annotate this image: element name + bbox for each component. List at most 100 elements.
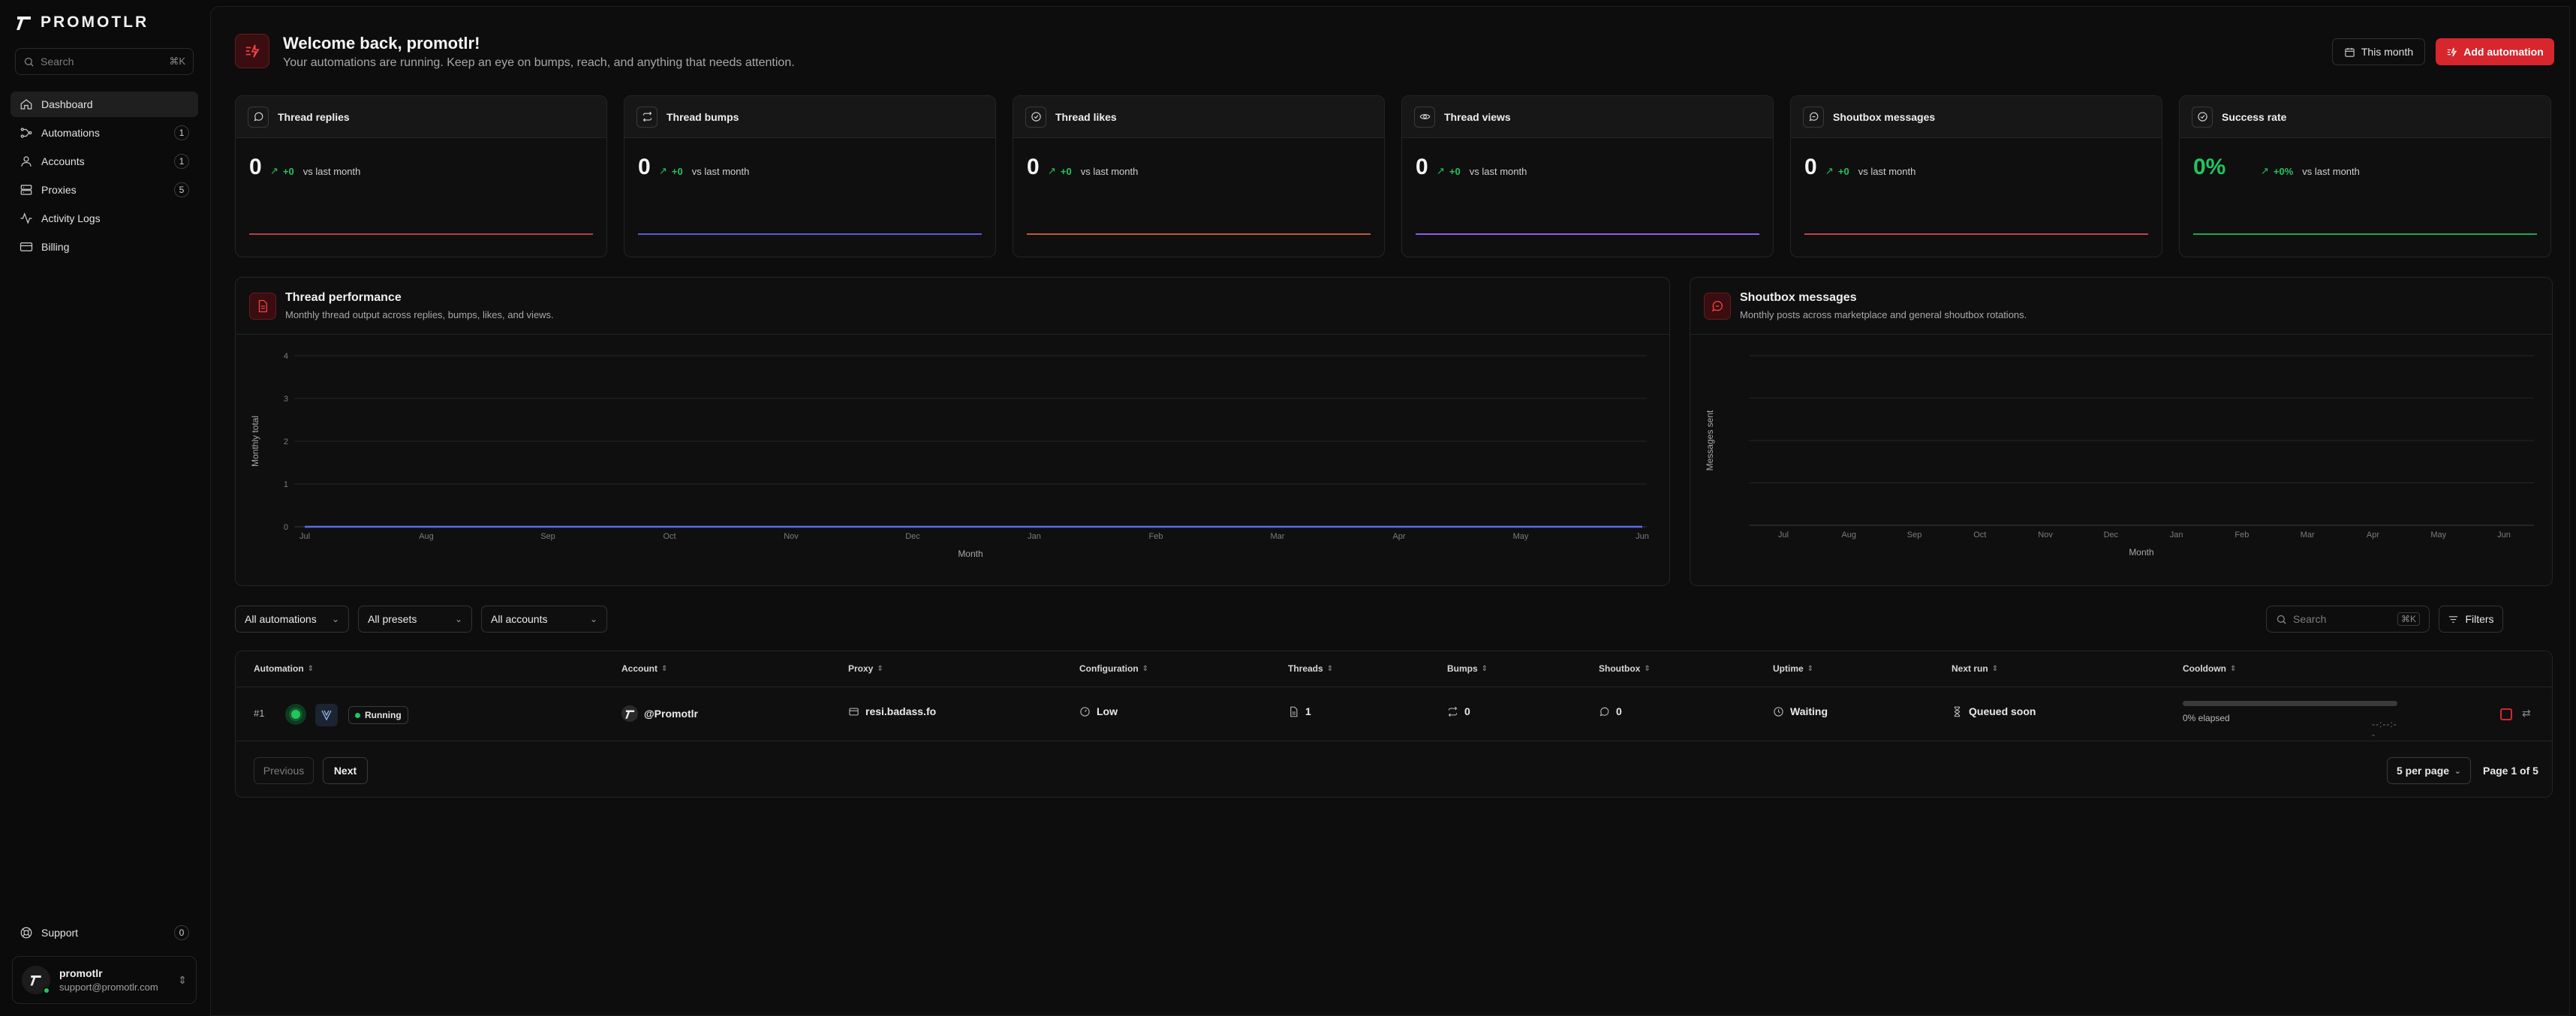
sidebar-item-activity-logs[interactable]: Activity Logs: [11, 206, 198, 231]
home-icon: [20, 99, 32, 110]
kpi-sparkline: [638, 233, 982, 235]
kpi-sparkline: [2193, 233, 2537, 235]
per-page-value: 5 per page: [2397, 765, 2450, 777]
chart-title: Shoutbox messages: [1740, 291, 1857, 304]
trending-up-icon: ↗: [2261, 165, 2269, 176]
x-tick-label: May: [2430, 531, 2446, 540]
sidebar-item-accounts[interactable]: Accounts 1: [11, 149, 198, 174]
column-header-account[interactable]: Account ⇕: [621, 663, 667, 674]
activity-icon: [20, 212, 32, 224]
kpi-card-thread-views: Thread views 0 ↗ +0 vs last month: [1401, 95, 1774, 257]
kpi-compare: vs last month: [691, 165, 750, 177]
sort-icon: ⇕: [1326, 664, 1334, 673]
x-tick-label: Oct: [1973, 531, 1986, 540]
y-axis-title: Messages sent: [1705, 410, 1715, 470]
automations-table: Automation ⇕ Account ⇕ Proxy ⇕ Configuratio…: [235, 651, 2553, 798]
clock-icon: [1774, 706, 1783, 717]
cooldown-timer-icon: --:--:--: [2372, 719, 2397, 740]
app-logo[interactable]: PROMOTLR: [15, 14, 149, 32]
column-header-automation[interactable]: Automation ⇕: [254, 663, 314, 674]
kpi-card-thread-bumps: Thread bumps 0 ↗ +0 vs last month: [624, 95, 996, 257]
y-tick-label: 1: [284, 480, 288, 489]
configuration-cell: Low: [1079, 705, 1118, 717]
per-page-select[interactable]: 5 per page ⌄: [2387, 757, 2471, 784]
table-search-input[interactable]: Search ⌘K: [2266, 606, 2430, 633]
column-header-uptime[interactable]: Uptime ⇕: [1773, 663, 1813, 674]
kpi-card-shoutbox-messages: Shoutbox messages 0 ↗ +0 vs last month: [1790, 95, 2162, 257]
y-axis-title: Monthly total: [250, 416, 260, 467]
column-header-cooldown[interactable]: Cooldown ⇕: [2183, 663, 2236, 674]
sidebar-item-dashboard[interactable]: Dashboard: [11, 92, 198, 117]
column-header-configuration[interactable]: Configuration ⇕: [1079, 663, 1148, 674]
y-tick-label: 3: [284, 395, 288, 404]
kpi-label: Thread replies: [278, 110, 350, 123]
lifebuoy-icon: [20, 927, 32, 939]
kpi-compare: vs last month: [2302, 165, 2360, 177]
kpi-label: Success rate: [2222, 110, 2287, 123]
kpi-trend: ↗ +0 vs last month: [270, 165, 360, 177]
preset-filter-dropdown[interactable]: All presets ⌄: [358, 606, 472, 633]
kpi-delta: +0: [1449, 165, 1461, 177]
page-subtitle: Your automations are running. Keep an ey…: [283, 56, 795, 69]
x-tick-label: Jun: [1636, 532, 1649, 541]
sidebar-search-input[interactable]: Search ⌘K: [15, 48, 194, 75]
chart-subtitle: Monthly posts across marketplace and gen…: [1740, 309, 2027, 320]
column-header-threads[interactable]: Threads ⇕: [1288, 663, 1333, 674]
kpi-sparkline: [1416, 233, 1759, 235]
x-tick-label: May: [1513, 532, 1529, 541]
next-page-button[interactable]: Next: [323, 757, 368, 784]
sidebar-item-automations[interactable]: Automations 1: [11, 120, 198, 146]
column-header-bumps[interactable]: Bumps ⇕: [1447, 663, 1488, 674]
kpi-value: 0: [1027, 155, 1040, 179]
cooldown-progress-bar: [2183, 701, 2397, 706]
kpi-header: Thread likes: [1013, 96, 1384, 138]
add-automation-button[interactable]: Add automation: [2436, 38, 2554, 65]
user-menu[interactable]: promotlr support@promotlr.com ⇕: [12, 956, 197, 1004]
logo-icon: [30, 975, 41, 986]
chevron-down-icon: ⌄: [2454, 766, 2461, 776]
swap-icon[interactable]: ⇄: [2522, 707, 2531, 720]
sidebar-item-proxies[interactable]: Proxies 5: [11, 177, 198, 203]
sidebar-item-label: Billing: [41, 241, 70, 253]
account-cell[interactable]: @Promotlr: [621, 705, 698, 722]
support-section: Support 0: [11, 920, 198, 948]
page-indicator: Page 1 of 5: [2483, 765, 2538, 777]
column-label: Configuration: [1079, 663, 1139, 674]
previous-page-button[interactable]: Previous: [254, 757, 314, 784]
column-header-next-run[interactable]: Next run ⇕: [1952, 663, 1998, 674]
server-icon: [20, 185, 32, 195]
kpi-header: Thread views: [1402, 96, 1773, 138]
workflow-icon: [20, 128, 32, 138]
stop-automation-button[interactable]: [2500, 708, 2512, 720]
kpi-sparkline: [1027, 233, 1371, 235]
chevron-down-icon: ⌄: [589, 614, 597, 624]
sidebar-item-label: Dashboard: [41, 98, 93, 110]
x-tick-label: Nov: [784, 532, 799, 541]
automation-logo-icon: [315, 704, 338, 726]
filters-button[interactable]: Filters: [2439, 606, 2503, 633]
sidebar-item-billing[interactable]: Billing: [11, 234, 198, 260]
online-status-dot: [43, 987, 50, 994]
proxy-cell: resi.badass.fo: [848, 705, 936, 717]
sidebar-item-support[interactable]: Support 0: [11, 920, 198, 945]
kpi-label: Shoutbox messages: [1833, 110, 1936, 123]
x-tick-label: Jun: [2497, 531, 2511, 540]
column-header-shoutbox[interactable]: Shoutbox ⇕: [1599, 663, 1651, 674]
shoutbox-value: 0: [1616, 705, 1622, 717]
chart-header: Shoutbox messages Monthly posts across m…: [1690, 278, 2552, 335]
check-circle-icon: [1025, 106, 1046, 128]
column-label: Threads: [1288, 663, 1323, 674]
y-tick-label: 4: [284, 352, 288, 361]
status-badge: Running: [348, 706, 408, 724]
cooldown-cell: 0% elapsed --:--:--: [2183, 701, 2400, 740]
next-run-value: Queued soon: [1969, 705, 2036, 717]
column-header-proxy[interactable]: Proxy ⇕: [848, 663, 883, 674]
account-filter-dropdown[interactable]: All accounts ⌄: [481, 606, 607, 633]
kpi-trend: ↗ +0 vs last month: [1437, 165, 1527, 177]
kpi-delta: +0: [671, 165, 683, 177]
sidebar-item-label: Automations: [41, 127, 100, 139]
x-tick-label: Jul: [299, 532, 310, 541]
period-selector-button[interactable]: This month: [2332, 38, 2425, 65]
table-row[interactable]: #1 Running @Promotlr resi.badass.fo Low …: [236, 687, 2552, 741]
automation-filter-dropdown[interactable]: All automations ⌄: [235, 606, 349, 633]
